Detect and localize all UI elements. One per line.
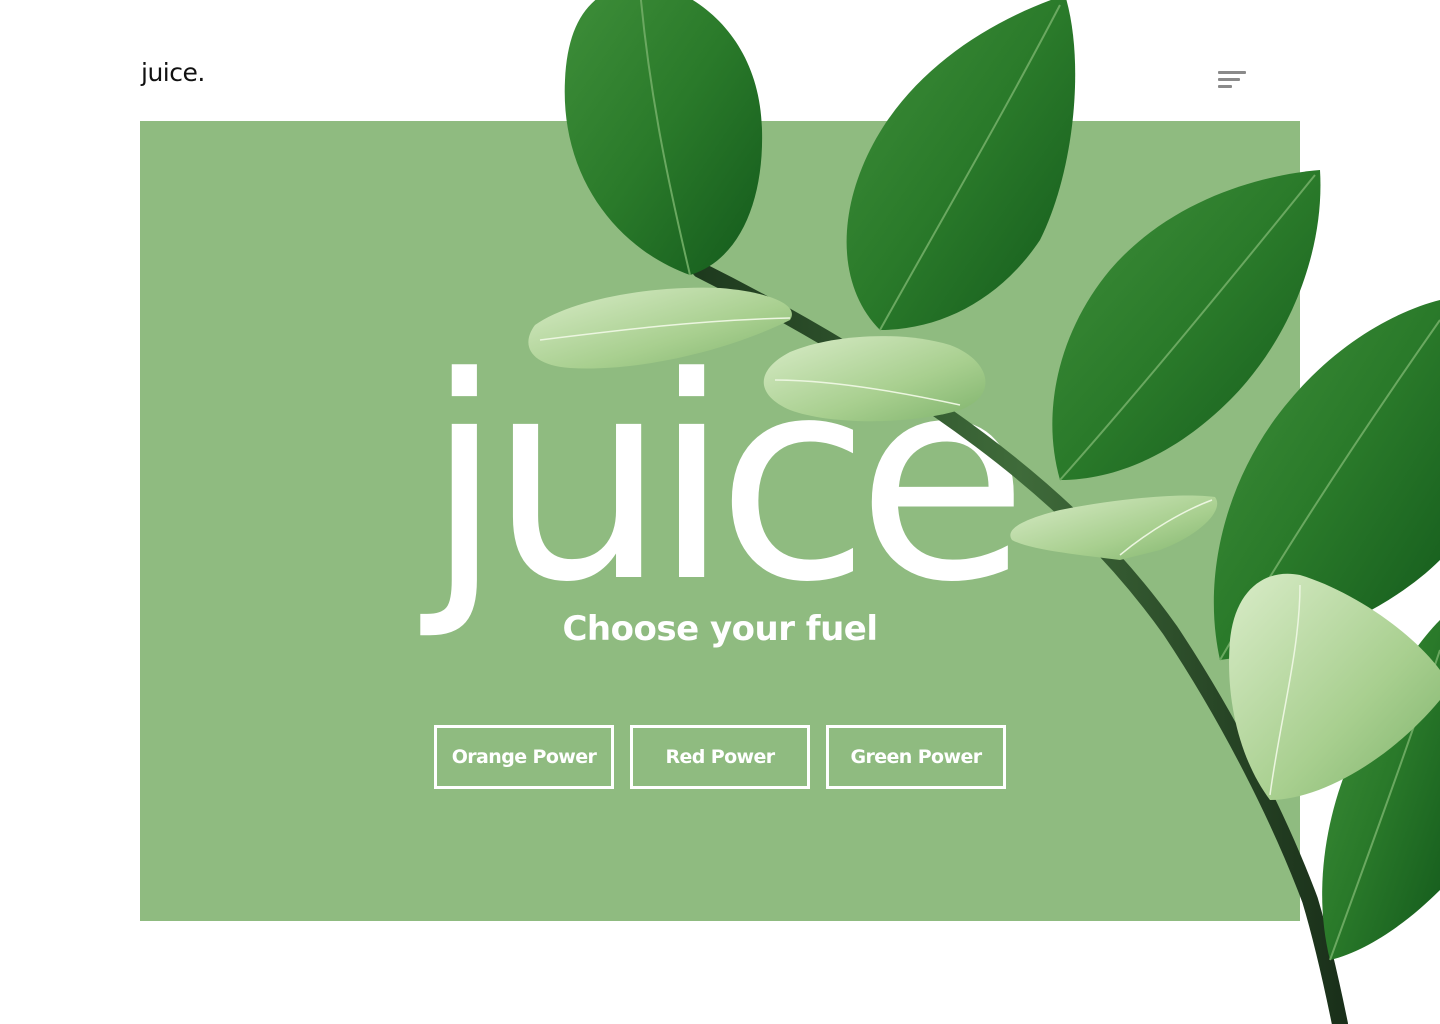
green-power-button[interactable]: Green Power xyxy=(826,725,1006,789)
hero-panel: juice Choose your fuel Orange Power Red … xyxy=(140,121,1300,921)
hero-big-word: juice xyxy=(425,318,1028,644)
hamburger-menu-icon[interactable] xyxy=(1216,68,1248,92)
site-logo[interactable]: juice. xyxy=(141,58,205,87)
dark-leaf-5 xyxy=(1322,620,1440,961)
orange-power-button[interactable]: Orange Power xyxy=(434,725,614,789)
page: juice. juice Choose your fuel Orange Pow… xyxy=(0,0,1440,1024)
red-power-button[interactable]: Red Power xyxy=(630,725,810,789)
hero-tagline: Choose your fuel xyxy=(562,609,878,649)
